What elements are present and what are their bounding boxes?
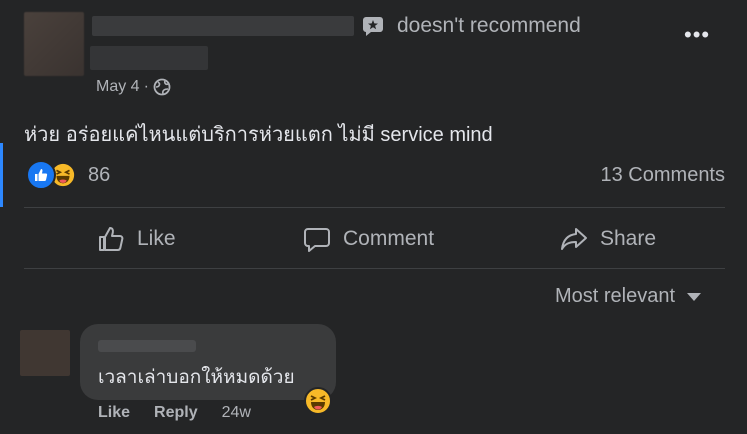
thumbs-up-icon <box>99 227 124 251</box>
commenter-name-redacted[interactable] <box>98 340 196 352</box>
comment-sort-dropdown[interactable]: Most relevant <box>555 285 702 308</box>
divider <box>24 207 725 208</box>
comment-icon <box>304 228 330 252</box>
comment-reply-link[interactable]: Reply <box>154 404 198 422</box>
comment-button[interactable]: Comment <box>303 222 434 256</box>
reactions-summary[interactable]: 86 <box>26 160 110 190</box>
divider <box>24 268 725 269</box>
commenter-avatar[interactable] <box>20 330 70 376</box>
recommendation-status: doesn't recommend <box>397 14 581 37</box>
comment-age[interactable]: 24w <box>222 404 251 422</box>
caret-down-icon <box>687 292 702 301</box>
reaction-count: 86 <box>88 163 111 186</box>
share-button[interactable]: Share <box>560 222 656 256</box>
like-label: Like <box>137 227 176 250</box>
comment-label: Comment <box>343 227 435 250</box>
haha-reaction-icon[interactable] <box>304 387 332 415</box>
author-subtitle-redacted <box>90 46 208 70</box>
like-reaction-icon <box>26 160 56 190</box>
post-meta: May 4 · <box>96 78 171 96</box>
author-avatar[interactable] <box>24 12 84 76</box>
post-body: ห่วย อร่อยแค่ไหนแต่บริการห่วยแตก ไม่มี s… <box>24 124 493 146</box>
share-icon <box>561 228 587 250</box>
author-name-redacted[interactable] <box>92 16 354 36</box>
sort-label: Most relevant <box>555 285 676 307</box>
meta-separator: · <box>143 78 149 95</box>
share-label: Share <box>600 227 657 250</box>
like-button[interactable]: Like <box>97 222 176 256</box>
post-date[interactable]: May 4 <box>96 78 140 96</box>
comment-text: เวลาเล่าบอกให้หมดด้วย <box>98 367 295 388</box>
comment-like-link[interactable]: Like <box>98 404 130 422</box>
comment-actions: Like Reply 24w <box>98 404 251 422</box>
not-recommend-icon <box>363 17 383 36</box>
more-options-icon[interactable]: ••• <box>684 22 710 48</box>
globe-icon <box>153 78 171 96</box>
comments-count-link[interactable]: 13 Comments <box>601 164 726 187</box>
active-accent-bar <box>0 143 3 207</box>
